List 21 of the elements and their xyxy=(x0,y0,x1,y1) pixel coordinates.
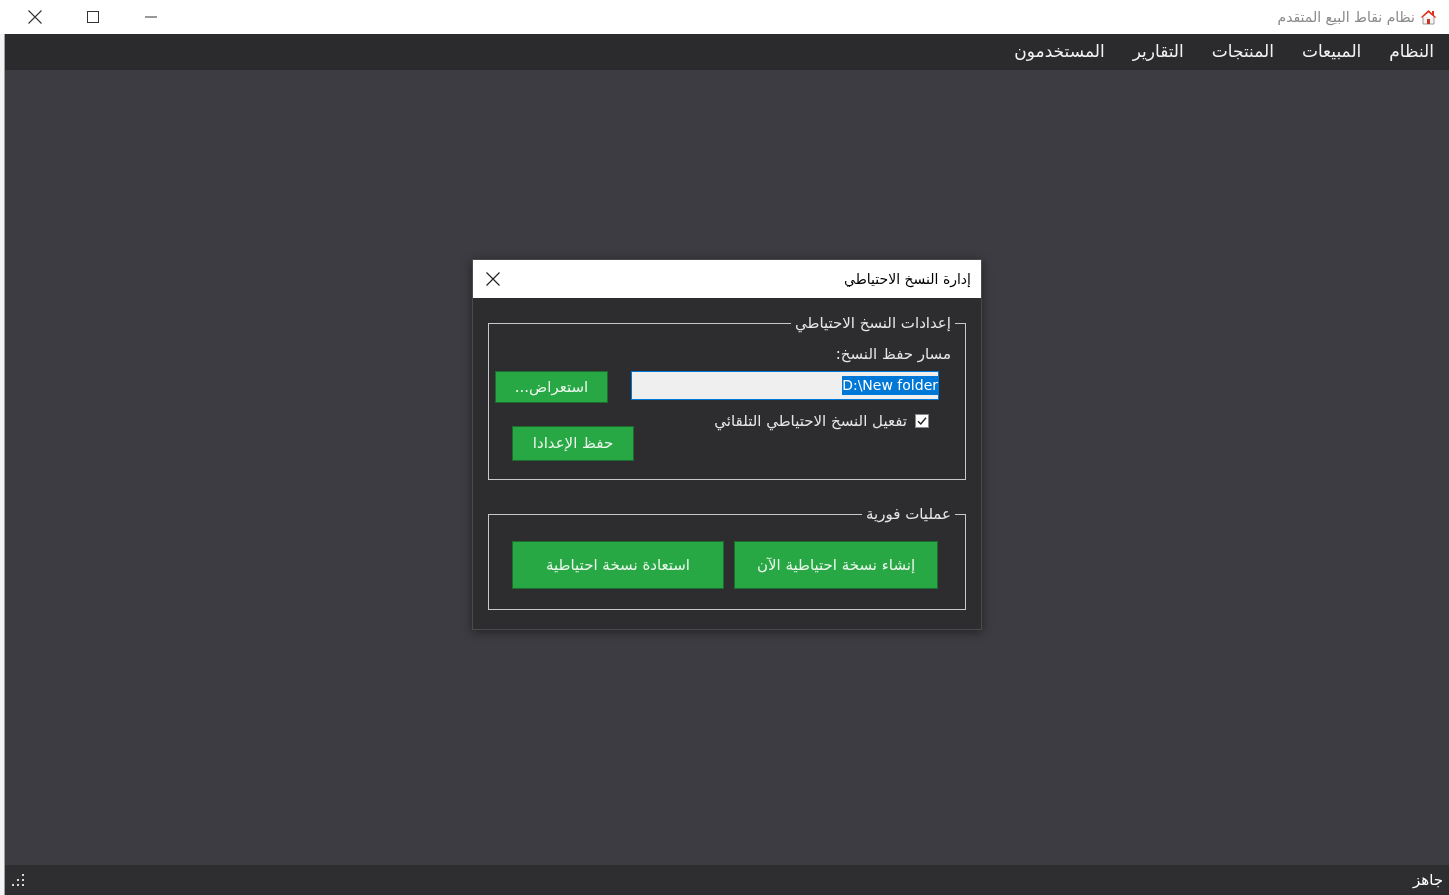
maximize-icon xyxy=(87,11,99,23)
menu-item[interactable]: المبيعات xyxy=(1287,34,1376,70)
status-text: جاهز xyxy=(1412,869,1443,891)
checkbox-label: تفعيل النسخ الاحتياطي التلقائي xyxy=(714,411,907,431)
menu-item[interactable]: المستخدمون xyxy=(1000,34,1119,70)
menu-item[interactable]: النظام xyxy=(1375,34,1448,70)
menu-item[interactable]: المنتجات xyxy=(1197,34,1288,70)
group-legend: إعدادات النسخ الاحتياطي xyxy=(790,314,955,332)
menu-item[interactable]: التقارير xyxy=(1118,34,1198,70)
close-button[interactable] xyxy=(485,271,501,287)
path-field[interactable]: D:\New folder xyxy=(631,371,939,400)
close-icon xyxy=(486,272,500,286)
close-icon xyxy=(28,10,42,24)
checkbox[interactable] xyxy=(915,414,929,428)
size-grip-icon xyxy=(12,873,25,887)
house-icon xyxy=(1420,9,1437,25)
dialog-title: إدارة النسخ الاحتياطي xyxy=(844,269,971,290)
path-label: مسار حفظ النسخ: xyxy=(835,344,951,364)
window-title: نظام نقاط البيع المتقدم xyxy=(1277,7,1415,28)
minimize-icon xyxy=(145,16,157,18)
group-legend: عمليات فورية xyxy=(862,505,955,523)
